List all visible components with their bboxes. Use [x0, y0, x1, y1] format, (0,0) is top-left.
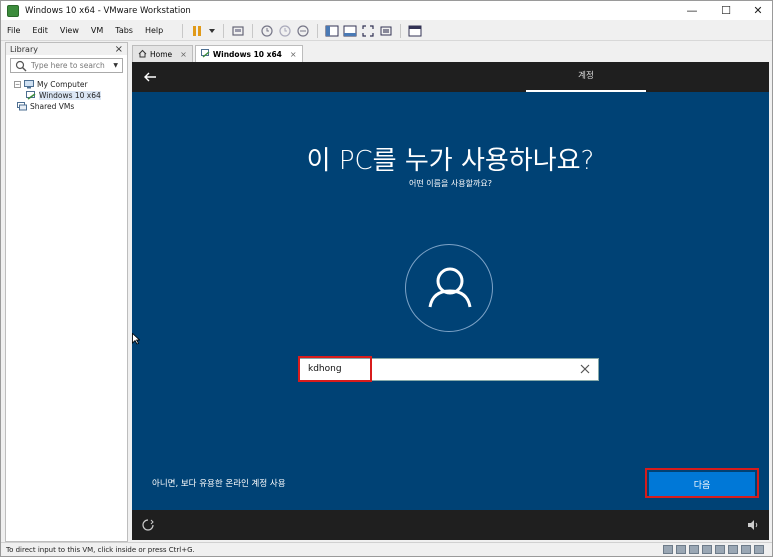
- toolbar-separator: [317, 23, 319, 38]
- chevron-down-icon[interactable]: [208, 24, 216, 38]
- collapse-icon[interactable]: −: [14, 81, 21, 88]
- tree-item-windows-vm[interactable]: Windows 10 x64: [26, 90, 127, 101]
- tree-label-shared-vms: Shared VMs: [30, 102, 75, 111]
- cd-dvd-icon[interactable]: [676, 545, 686, 554]
- status-bar: To direct input to this VM, click inside…: [1, 542, 772, 556]
- menu-vm[interactable]: VM: [85, 26, 109, 35]
- oobe-heading: 이 PC를 누가 사용하나요?: [306, 146, 595, 176]
- send-ctrl-alt-del-icon[interactable]: [231, 24, 245, 38]
- toolbar-separator: [252, 23, 254, 38]
- library-search-input[interactable]: Type here to search ▼: [10, 58, 123, 73]
- minimize-button[interactable]: —: [676, 1, 708, 20]
- menu-view[interactable]: View: [54, 26, 85, 35]
- oobe-tab-underline: [526, 90, 646, 92]
- revert-snapshot-icon[interactable]: [278, 24, 292, 38]
- network-icon[interactable]: [689, 545, 699, 554]
- toolbar-separator: [400, 23, 402, 38]
- chevron-down-icon[interactable]: ▼: [113, 62, 118, 69]
- oobe-bottom-bar: [132, 510, 769, 540]
- tab-home[interactable]: Home ×: [132, 45, 193, 62]
- unity-icon[interactable]: [379, 24, 393, 38]
- status-message: To direct input to this VM, click inside…: [6, 545, 195, 554]
- menu-tabs[interactable]: Tabs: [109, 26, 139, 35]
- usb-icon[interactable]: [702, 545, 712, 554]
- tree-item-my-computer[interactable]: − My Computer: [6, 79, 127, 90]
- menu-edit[interactable]: Edit: [26, 26, 54, 35]
- tab-windows-vm[interactable]: Windows 10 x64 ×: [194, 45, 303, 62]
- vmware-app-icon: [7, 4, 19, 17]
- next-highlight-box: [645, 468, 759, 498]
- oobe-subheading: 어떤 이름을 사용할까요?: [409, 179, 492, 188]
- printer-icon[interactable]: [728, 545, 738, 554]
- tree-label-windows-vm: Windows 10 x64: [39, 91, 101, 100]
- title-bar: Windows 10 x64 - VMware Workstation — ☐ …: [1, 1, 772, 20]
- pause-icon[interactable]: [190, 24, 204, 38]
- vm-display[interactable]: 계정 이 PC를 누가 사용하나요? 어떤 이름을 사용할까요? kdhong …: [132, 62, 769, 540]
- maximize-button[interactable]: ☐: [710, 1, 742, 20]
- hard-disk-icon[interactable]: [663, 545, 673, 554]
- show-library-icon[interactable]: [325, 24, 339, 38]
- library-close-button[interactable]: ×: [115, 44, 123, 55]
- snapshot-manager-icon[interactable]: [296, 24, 310, 38]
- toolbar-separator: [223, 23, 225, 38]
- mouse-cursor-icon: [132, 332, 141, 345]
- back-arrow-icon[interactable]: [142, 69, 158, 85]
- thumbnail-bar-icon[interactable]: [343, 24, 357, 38]
- oobe-top-bar: 계정: [132, 62, 769, 92]
- menu-file[interactable]: File: [1, 26, 26, 35]
- search-icon: [15, 60, 27, 72]
- vm-icon: [26, 91, 36, 100]
- home-icon: [138, 49, 147, 60]
- tab-windows-vm-close-icon[interactable]: ×: [290, 50, 297, 59]
- library-title: Library: [10, 44, 38, 54]
- library-header: Library ×: [6, 43, 127, 55]
- volume-icon[interactable]: [747, 519, 759, 531]
- toolbar-divider: [1, 40, 772, 41]
- console-view-icon[interactable]: [408, 24, 422, 38]
- oobe-section-tab: 계정: [578, 71, 594, 81]
- snapshot-icon[interactable]: [260, 24, 274, 38]
- menu-help[interactable]: Help: [139, 26, 169, 35]
- message-log-icon[interactable]: [754, 545, 764, 554]
- shared-vms-icon: [17, 102, 27, 111]
- window-title: Windows 10 x64 - VMware Workstation: [25, 5, 191, 16]
- library-panel: Library × Type here to search ▼ − My Com…: [5, 42, 128, 542]
- user-avatar-icon: [405, 244, 493, 332]
- vmware-window: Windows 10 x64 - VMware Workstation — ☐ …: [0, 0, 773, 557]
- tab-home-label: Home: [150, 49, 173, 59]
- name-highlight-box: [298, 356, 372, 382]
- ease-of-access-icon[interactable]: [142, 519, 154, 531]
- tab-strip: Home × Windows 10 x64 ×: [132, 44, 305, 62]
- search-placeholder: Type here to search: [31, 61, 105, 70]
- library-tree: − My Computer Windows 10 x64 Shared VMs: [6, 79, 127, 112]
- tab-home-close-icon[interactable]: ×: [180, 50, 187, 59]
- tree-item-shared-vms[interactable]: Shared VMs: [17, 101, 127, 112]
- display-icon[interactable]: [741, 545, 751, 554]
- clear-icon[interactable]: [579, 363, 591, 375]
- full-screen-icon[interactable]: [361, 24, 375, 38]
- vm-tab-icon: [200, 48, 210, 60]
- toolbar: [177, 23, 424, 38]
- menu-bar: File Edit View VM Tabs Help: [1, 21, 772, 40]
- device-status-icons: [663, 545, 764, 554]
- sound-card-icon[interactable]: [715, 545, 725, 554]
- close-button[interactable]: ✕: [742, 1, 773, 20]
- online-account-link[interactable]: 아니면, 보다 유용한 온라인 계정 사용: [152, 477, 286, 489]
- tree-label-my-computer: My Computer: [37, 80, 88, 89]
- toolbar-separator: [182, 23, 184, 38]
- tab-windows-vm-label: Windows 10 x64: [212, 49, 282, 59]
- computer-icon: [24, 80, 34, 89]
